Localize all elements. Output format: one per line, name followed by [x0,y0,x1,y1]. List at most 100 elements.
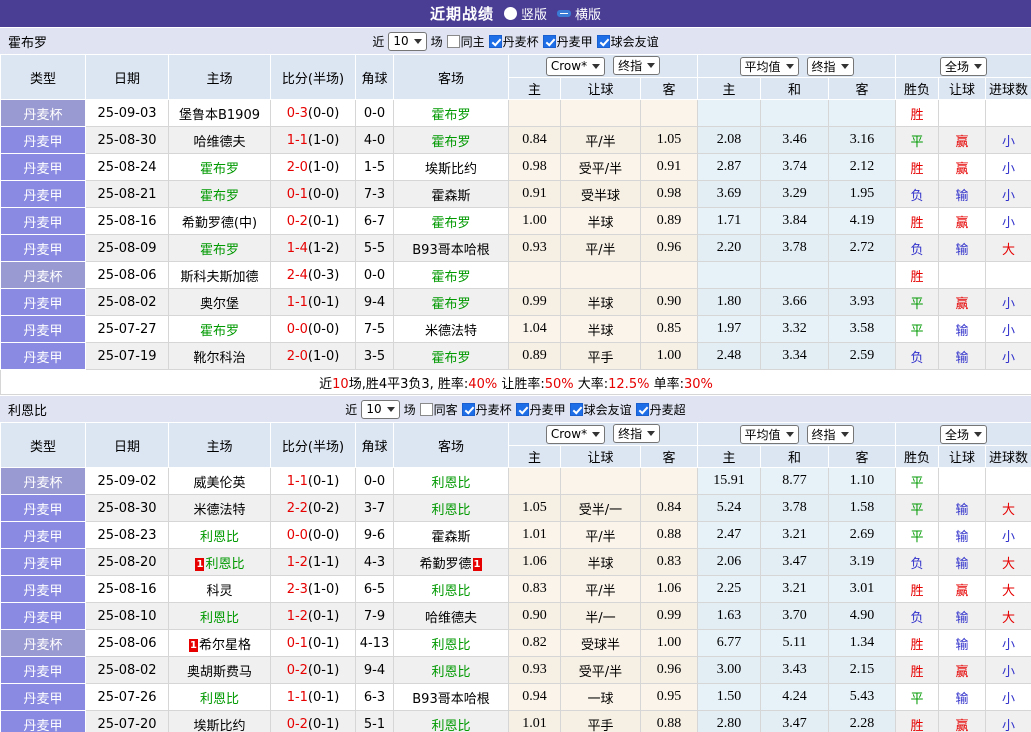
average-select[interactable]: 平均值 [740,425,799,444]
odds-away-cell: 1.00 [641,630,698,657]
date-cell: 25-07-19 [86,343,169,370]
fulltime-score: 2-2 [287,501,308,516]
checkbox-checked-icon [462,403,475,416]
fulltime-score: 2-3 [287,582,308,597]
result-text: 小 [1002,638,1015,653]
team-section-1: 利恩比近10场同客丹麦杯丹麦甲球会友谊丹麦超类型日期主场比分(半场)角球客场Cr… [0,395,1031,732]
average-select[interactable]: 平均值 [740,57,799,76]
chevron-down-icon [414,39,422,44]
league-checkbox[interactable]: 丹麦杯 [462,401,512,418]
avg-away-cell [829,262,896,289]
league-checkbox[interactable]: 丹麦甲 [516,401,566,418]
corners-cell: 3-5 [356,343,394,370]
odds-source-select[interactable]: Crow* [546,57,605,76]
result-text: 胜 [911,584,924,599]
home-team-name: 希尔星格 [199,638,251,653]
final-odds-select[interactable]: 终指 [613,424,660,443]
result-text: 赢 [956,216,969,231]
avg-draw-cell: 3.78 [761,235,829,262]
result-text: 小 [1002,351,1015,366]
odds-away-cell: 0.99 [641,603,698,630]
avg-home-cell: 2.20 [698,235,761,262]
result-wdl-cell: 平 [896,468,939,495]
home-team-cell: 堡鲁本B1909 [169,100,271,127]
home-team-name: 利恩比 [200,611,239,626]
corners-cell: 4-0 [356,127,394,154]
away-team-name: 埃斯比约 [425,162,477,177]
layout-radio-horizontal[interactable]: 横版 [557,4,601,23]
subcolumn-header: 客 [641,78,698,100]
corners-cell: 9-6 [356,522,394,549]
checkbox-checked-icon [489,35,502,48]
league-checkbox[interactable]: 球会友谊 [570,401,632,418]
result-text: 输 [956,638,969,653]
same-venue-checkbox[interactable]: 同客 [420,401,458,418]
result-goals-cell: 小 [986,711,1031,732]
date-cell: 25-08-02 [86,289,169,316]
same-venue-checkbox[interactable]: 同主 [447,33,485,50]
odds-away-cell: 0.83 [641,549,698,576]
odds-home-cell: 0.93 [509,235,561,262]
result-handicap-cell: 赢 [939,208,986,235]
final-odds-select[interactable]: 终指 [613,56,660,75]
result-text: 输 [956,324,969,339]
fulltime-select[interactable]: 全场 [940,425,987,444]
handicap-cell: 一球 [561,684,641,711]
chevron-down-icon [592,432,600,437]
away-team-name: 霍布罗 [431,216,470,231]
result-text: 输 [956,243,969,258]
away-team-name: 利恩比 [431,476,470,491]
halftime-score: (0-0) [308,528,339,543]
match-count-select[interactable]: 10 [361,400,399,419]
summary-segment: 10 [332,377,349,392]
league-checkbox[interactable]: 丹麦甲 [543,33,593,50]
avg-home-cell [698,262,761,289]
fulltime-score: 1-1 [287,295,308,310]
score-cell: 1-1(0-1) [271,289,356,316]
team-sections: 霍布罗近10场同主丹麦杯丹麦甲球会友谊类型日期主场比分(半场)角球客场Crow*… [0,27,1031,732]
match-count-select[interactable]: 10 [388,32,426,51]
odds-home-cell: 0.93 [509,657,561,684]
handicap-cell [561,262,641,289]
away-team-name: 希勤罗德 [419,557,471,572]
result-text: 输 [956,351,969,366]
result-text: 大 [1002,557,1015,572]
select-value: 全场 [945,426,969,443]
column-header: 角球 [356,423,394,468]
result-wdl-cell: 平 [896,684,939,711]
fulltime-score: 0-1 [287,636,308,651]
halftime-score: (0-1) [308,214,339,229]
league-checkbox[interactable]: 丹麦超 [636,401,686,418]
corners-cell: 9-4 [356,657,394,684]
checkbox-checked-icon [516,403,529,416]
layout-radio-vertical[interactable]: 竖版 [504,4,547,23]
handicap-cell: 半球 [561,316,641,343]
fulltime-score: 0-0 [287,322,308,337]
halftime-score: (0-1) [308,663,339,678]
result-goals-cell: 大 [986,235,1031,262]
avg-away-cell: 1.10 [829,468,896,495]
home-team-name: 霍布罗 [200,162,239,177]
halftime-score: (1-0) [308,349,339,364]
score-cell: 0-2(0-1) [271,208,356,235]
league-checkbox[interactable]: 丹麦杯 [489,33,539,50]
avg-home-cell: 2.48 [698,343,761,370]
avg-home-cell: 3.69 [698,181,761,208]
odds-source-select[interactable]: Crow* [546,425,605,444]
league-checkbox[interactable]: 球会友谊 [597,33,659,50]
corners-cell: 0-0 [356,468,394,495]
avg-draw-cell: 3.21 [761,522,829,549]
avg-home-cell: 2.87 [698,154,761,181]
avg-draw-cell [761,262,829,289]
column-header: 比分(半场) [271,55,356,100]
avg-home-cell: 6.77 [698,630,761,657]
final-odds-select-2[interactable]: 终指 [807,57,854,76]
final-odds-select-2[interactable]: 终指 [807,425,854,444]
column-header: 日期 [86,423,169,468]
corners-cell: 7-3 [356,181,394,208]
odds-away-cell: 0.85 [641,316,698,343]
away-team-name: 霍布罗 [431,135,470,150]
avg-home-cell: 2.47 [698,522,761,549]
result-handicap-cell [939,262,986,289]
fulltime-select[interactable]: 全场 [940,57,987,76]
